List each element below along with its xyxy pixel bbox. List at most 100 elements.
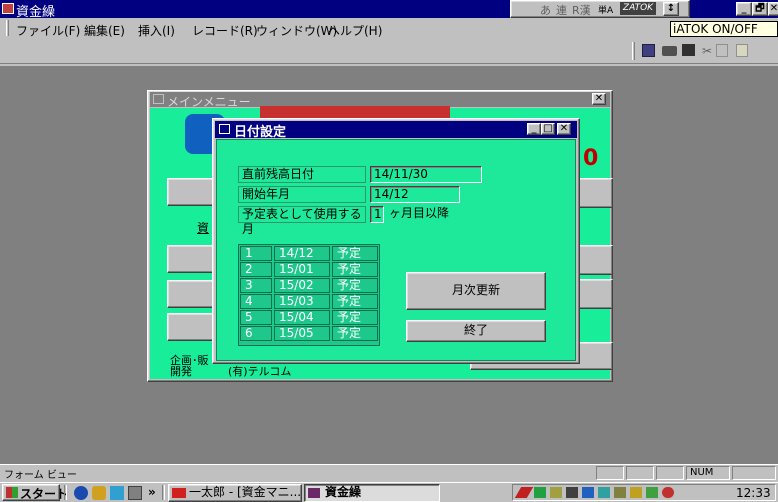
ime-mode-item[interactable]: あ	[540, 2, 551, 18]
menu-help[interactable]: ヘルプ(H)	[328, 22, 382, 39]
dialog-title: 日付設定	[234, 125, 287, 140]
cut-icon[interactable]: ✂	[702, 44, 712, 58]
start-label: スタート	[20, 487, 69, 501]
schedule-type[interactable]: 予定	[332, 246, 378, 261]
schedule-no: 2	[240, 262, 272, 277]
status-panel	[596, 466, 624, 480]
main-menu-button-1[interactable]	[167, 178, 215, 206]
tray-icon[interactable]	[614, 487, 626, 498]
menubar-grip	[6, 20, 9, 36]
main-menu-company: (有)テルコム	[228, 365, 292, 378]
schedule-no: 4	[240, 294, 272, 309]
menu-edit[interactable]: 編集(E)	[84, 22, 125, 39]
forecast-month-field[interactable]: 1	[370, 206, 384, 223]
forecast-month-label: 予定表として使用する月	[238, 206, 366, 236]
status-panel	[626, 466, 654, 480]
taskbar-shikinguri[interactable]: 資金繰	[304, 484, 440, 502]
taskbar-ichitaro-label: 一太郎 - [資金マニ...	[189, 485, 302, 499]
last-balance-date-field[interactable]: 14/11/30	[370, 166, 482, 183]
schedule-type[interactable]: 予定	[332, 262, 378, 277]
ime-width-item[interactable]: 単A	[598, 3, 613, 16]
toolbar-grip	[632, 42, 635, 60]
main-menu-button-2[interactable]	[167, 245, 215, 273]
monthly-update-button[interactable]: 月次更新	[406, 272, 546, 310]
ime-kanji-item[interactable]: R漢	[572, 2, 591, 18]
schedule-no: 5	[240, 310, 272, 325]
close-button[interactable]: ✕	[768, 2, 778, 16]
dialog-close-button[interactable]: ✕	[557, 123, 571, 135]
menu-file[interactable]: ファイル(F)	[16, 22, 80, 39]
quicklaunch-chevron[interactable]: »	[148, 485, 156, 499]
status-text: フォーム ビュー	[4, 470, 77, 481]
access-icon	[308, 488, 320, 498]
taskbar-clock[interactable]: 12:33	[736, 486, 771, 500]
exit-button[interactable]: 終了	[406, 320, 546, 342]
tray-icon[interactable]	[598, 487, 610, 498]
ie-icon[interactable]	[74, 486, 88, 500]
taskbar-ichitaro[interactable]: 一太郎 - [資金マニ...	[168, 484, 302, 502]
schedule-month[interactable]: 15/01	[274, 262, 330, 277]
save-icon[interactable]	[642, 44, 655, 57]
dialog-minimize-button[interactable]: _	[527, 123, 541, 135]
schedule-no: 6	[240, 326, 272, 341]
schedule-month[interactable]: 14/12	[274, 246, 330, 261]
tray-icon[interactable]	[582, 487, 594, 498]
schedule-month[interactable]: 15/04	[274, 310, 330, 325]
schedule-type[interactable]: 予定	[332, 326, 378, 341]
form-icon	[153, 94, 164, 104]
schedule-no: 1	[240, 246, 272, 261]
quicklaunch-grip	[64, 485, 67, 500]
tray-icon[interactable]	[630, 487, 642, 498]
dialog-icon	[219, 124, 230, 134]
ime-conv-item[interactable]: 連	[556, 2, 567, 18]
schedule-no: 3	[240, 278, 272, 293]
tray-icon[interactable]	[534, 487, 546, 498]
schedule-month[interactable]: 15/03	[274, 294, 330, 309]
schedule-type[interactable]: 予定	[332, 294, 378, 309]
schedule-month[interactable]: 15/02	[274, 278, 330, 293]
atok-logo-button[interactable]: ZATOK	[620, 2, 656, 15]
taskbar-shikinguri-label: 資金繰	[325, 485, 362, 499]
copy-icon[interactable]	[716, 44, 728, 57]
schedule-type[interactable]: 予定	[332, 278, 378, 293]
ime-tooltip: iATOK ON/OFF	[670, 21, 778, 37]
main-menu-button-6[interactable]	[578, 245, 613, 275]
status-panel	[732, 466, 776, 480]
tray-icon[interactable]	[550, 487, 562, 498]
schedule-type[interactable]: 予定	[332, 310, 378, 325]
main-menu-button-3[interactable]	[167, 280, 215, 308]
main-menu-button-4[interactable]	[167, 313, 215, 341]
paste-icon[interactable]	[736, 44, 748, 57]
tray-icon[interactable]	[646, 487, 658, 498]
start-month-label: 開始年月	[238, 186, 366, 203]
tray-icon[interactable]	[662, 487, 674, 498]
taskbar-divider	[162, 485, 165, 500]
maximize-button[interactable]: 🗗	[752, 2, 768, 16]
ichitaro-icon	[172, 488, 186, 498]
main-menu-button-5[interactable]	[578, 178, 613, 208]
windows-logo-icon	[6, 487, 18, 498]
print-icon[interactable]	[662, 46, 677, 56]
last-balance-date-label: 直前残高日付	[238, 166, 366, 183]
status-num-indicator: NUM	[686, 466, 730, 480]
ime-updown-button[interactable]: ↕	[663, 2, 679, 16]
outlook-icon[interactable]	[92, 486, 106, 500]
menu-record[interactable]: レコード(R)	[192, 22, 258, 39]
main-menu-heading-digit: 0	[583, 146, 599, 171]
main-menu-label-1: 資	[197, 221, 210, 235]
preview-icon[interactable]	[682, 44, 695, 56]
schedule-month[interactable]: 15/05	[274, 326, 330, 341]
minimize-button[interactable]: _	[736, 2, 752, 16]
dialog-maximize-button[interactable]: □	[541, 123, 555, 135]
app-icon	[2, 3, 14, 14]
forecast-month-suffix: ヶ月目以降	[386, 206, 486, 223]
desktop-icon[interactable]	[128, 486, 142, 500]
main-menu-footer-2: 開発	[170, 365, 192, 378]
menu-insert[interactable]: 挿入(I)	[138, 22, 175, 39]
menu-window[interactable]: ウィンドウ(W)	[256, 22, 337, 39]
main-menu-close-button[interactable]: ✕	[592, 93, 606, 105]
media-icon[interactable]	[110, 486, 124, 500]
tray-volume-icon[interactable]	[566, 487, 578, 498]
main-menu-button-7[interactable]	[578, 279, 613, 309]
start-month-field[interactable]: 14/12	[370, 186, 460, 203]
